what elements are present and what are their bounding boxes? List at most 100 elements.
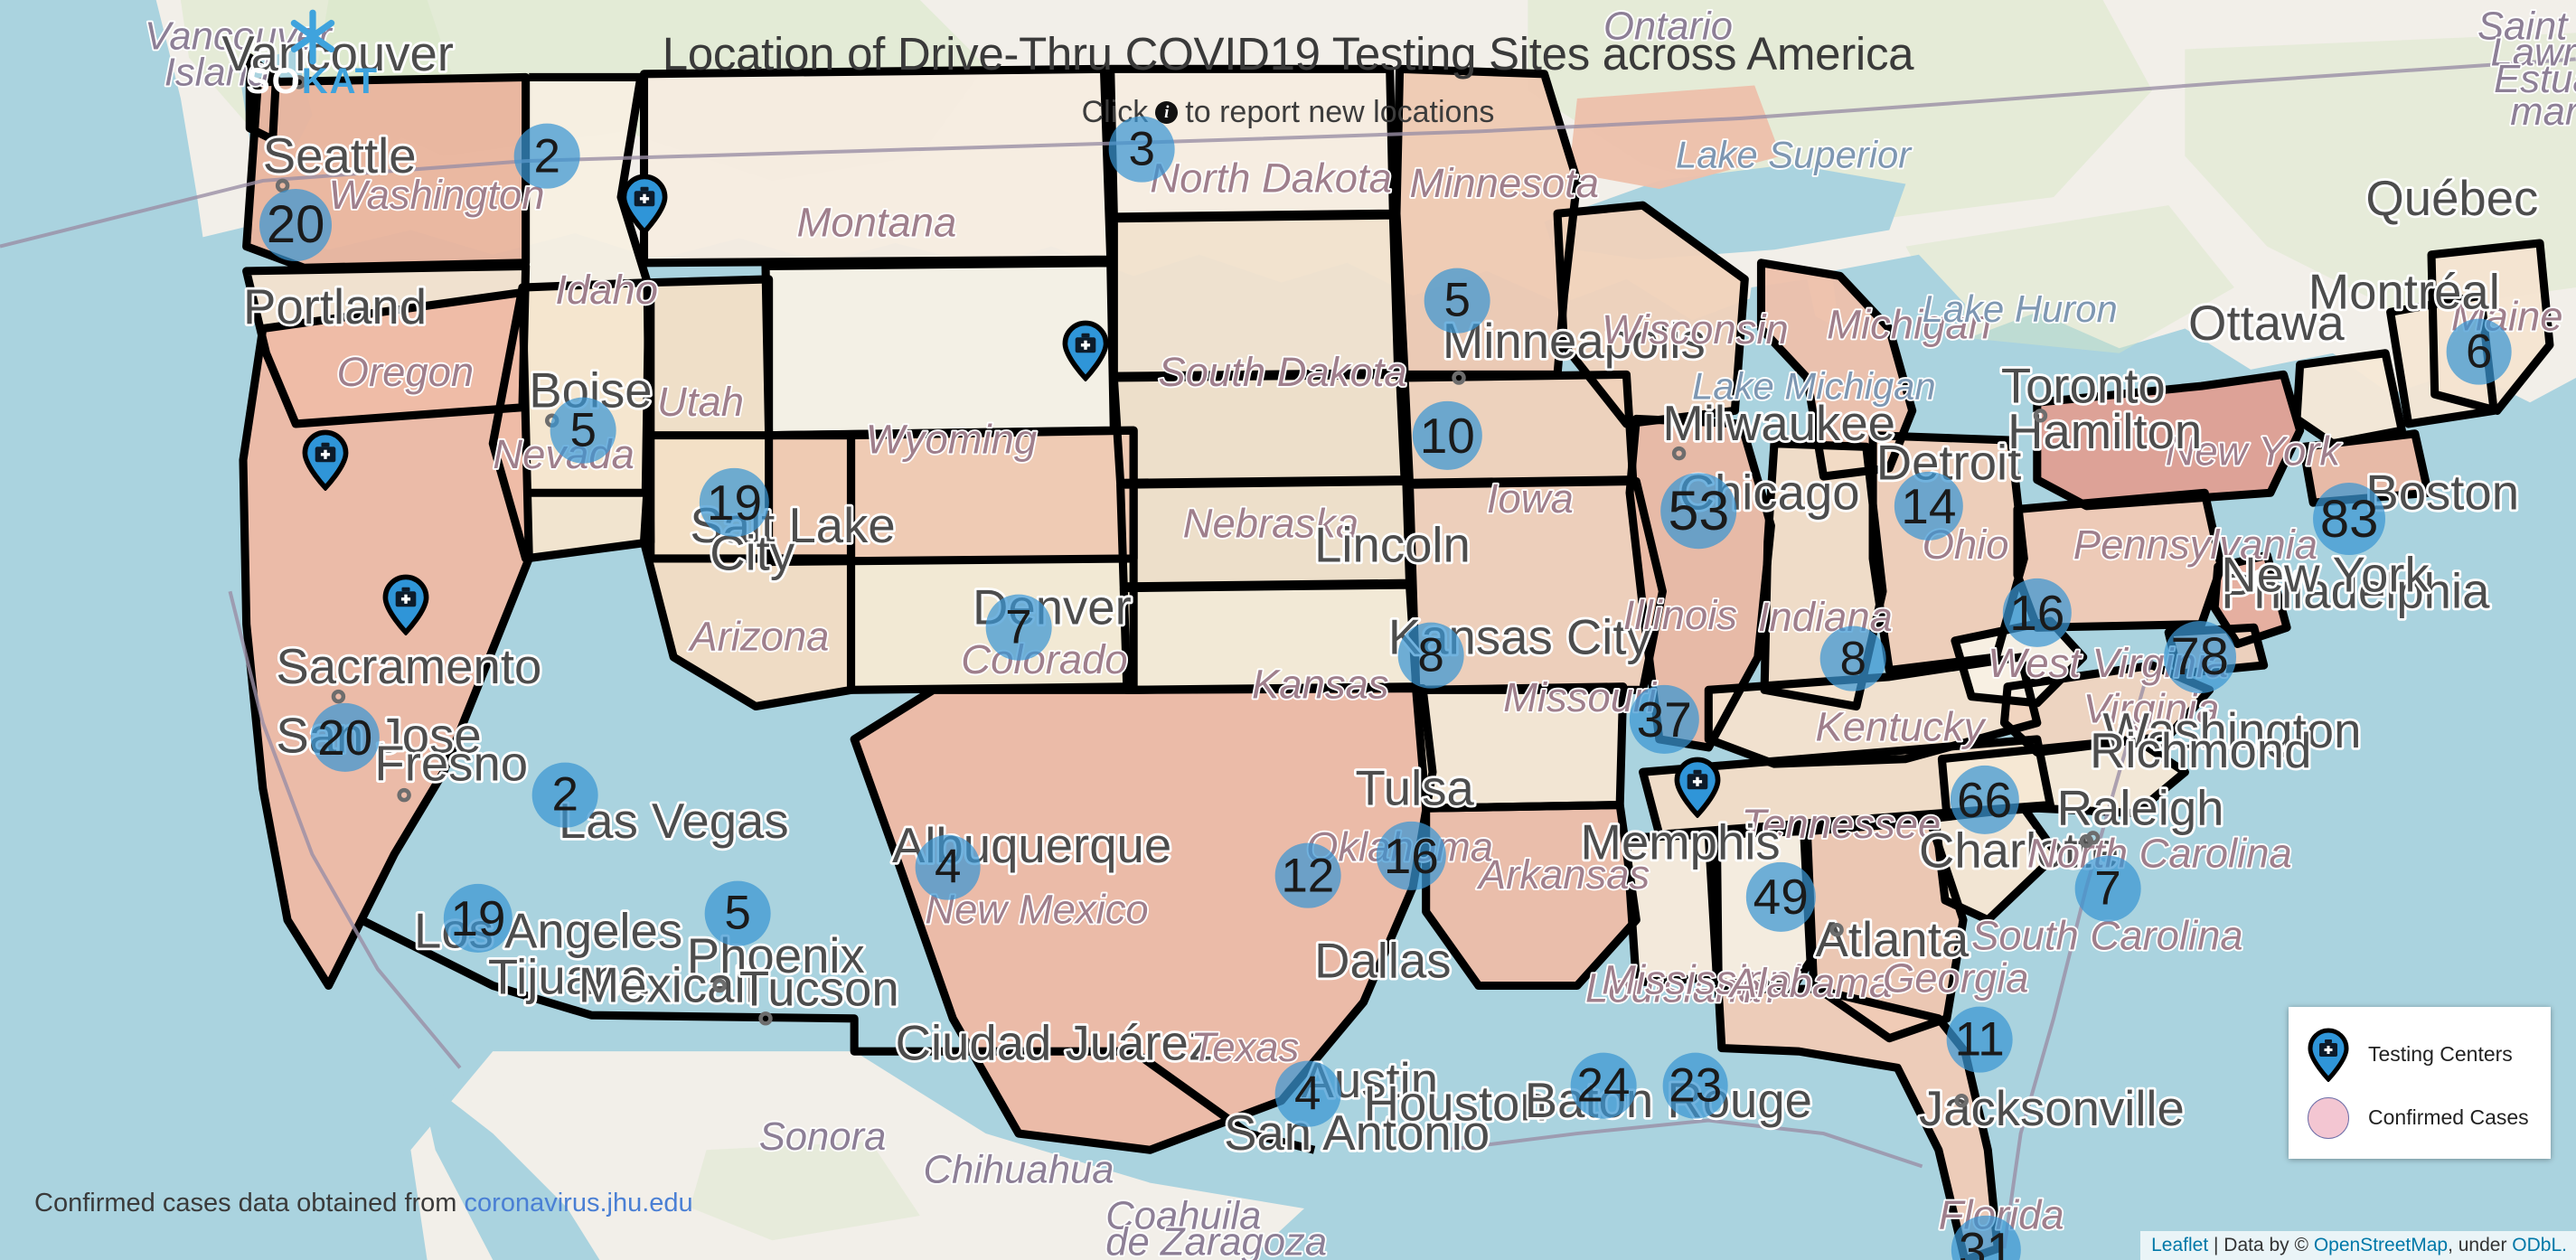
svg-text:South Dakota: South Dakota (1158, 349, 1406, 395)
testing-center-pin-marker[interactable] (621, 174, 668, 236)
cluster-marker[interactable]: 53 (1660, 473, 1737, 550)
svg-text:Boston: Boston (2365, 465, 2519, 520)
legend-item-testing-centers: Testing Centers (2305, 1027, 2534, 1082)
legend-label-confirmed-cases: Confirmed Cases (2368, 1105, 2529, 1129)
svg-text:Chihuahua: Chihuahua (923, 1149, 1114, 1192)
legend-label-testing-centers: Testing Centers (2368, 1042, 2513, 1066)
svg-text:Ontario: Ontario (1603, 5, 1733, 49)
cluster-marker[interactable]: 31 (1951, 1215, 2021, 1260)
svg-text:Tulsa: Tulsa (1356, 761, 1475, 816)
cluster-marker[interactable]: 78 (2163, 621, 2236, 693)
svg-text:de Zaragoza: de Zaragoza (1105, 1221, 1327, 1260)
cluster-marker[interactable]: 8 (1397, 622, 1464, 689)
svg-text:North Carolina: North Carolina (2027, 831, 2292, 877)
cluster-marker[interactable]: 14 (1894, 471, 1964, 541)
svg-text:Ciudad Juárez: Ciudad Juárez (896, 1015, 1214, 1070)
attribution-data-by: Data by © (2223, 1235, 2314, 1255)
svg-text:Washington: Washington (329, 172, 545, 218)
svg-text:Lake Superior: Lake Superior (1676, 133, 1913, 175)
cluster-marker[interactable]: 66 (1950, 765, 2019, 835)
attribution-separator: | (2208, 1235, 2224, 1255)
cluster-marker[interactable]: 5 (550, 397, 616, 464)
svg-text:Québec: Québec (2365, 171, 2538, 226)
svg-text:North Dakota: North Dakota (1150, 155, 1392, 202)
svg-text:New York: New York (2221, 547, 2430, 602)
svg-text:Oregon: Oregon (337, 349, 475, 395)
cluster-marker[interactable]: 83 (2313, 483, 2386, 556)
svg-text:Texas: Texas (1191, 1024, 1300, 1070)
svg-text:Sacramento: Sacramento (276, 639, 541, 694)
svg-text:Wyoming: Wyoming (866, 417, 1037, 463)
cluster-marker[interactable]: 10 (1413, 400, 1482, 470)
jhu-coronavirus-link[interactable]: coronavirus.jhu.edu (465, 1189, 693, 1218)
cluster-marker[interactable]: 6 (2446, 318, 2513, 385)
odbl-license-link[interactable]: ODbL. (2512, 1235, 2567, 1255)
cluster-marker[interactable]: 19 (443, 883, 513, 954)
cluster-marker[interactable]: 16 (1377, 821, 1446, 891)
leaflet-attribution: Leaflet | Data by © OpenStreetMap, under… (2140, 1231, 2576, 1260)
cluster-marker[interactable]: 37 (1630, 684, 1699, 755)
svg-text:Sonora: Sonora (759, 1115, 887, 1159)
cluster-marker[interactable]: 23 (1662, 1053, 1729, 1119)
cluster-marker[interactable]: 24 (1570, 1053, 1637, 1119)
svg-text:Lincoln: Lincoln (1314, 518, 1471, 573)
cluster-marker[interactable]: 20 (259, 189, 333, 261)
leaflet-link[interactable]: Leaflet (2151, 1235, 2208, 1255)
svg-text:Kansas: Kansas (1252, 661, 1389, 707)
map-legend: Testing Centers Confirmed Cases (2289, 1007, 2551, 1159)
cluster-marker[interactable]: 2 (513, 123, 580, 189)
svg-text:Illinois: Illinois (1623, 592, 1737, 638)
cluster-marker[interactable]: 49 (1746, 862, 1816, 932)
svg-text:Portland: Portland (243, 279, 427, 334)
svg-text:Idaho: Idaho (555, 267, 658, 313)
svg-text:Kentucky: Kentucky (1815, 704, 1986, 750)
testing-center-pin-icon (2305, 1027, 2352, 1082)
confirmed-cases-circle-icon (2305, 1096, 2352, 1139)
openstreetmap-link[interactable]: OpenStreetMap (2314, 1235, 2448, 1255)
cluster-marker[interactable]: 8 (1819, 625, 1886, 692)
svg-text:Fresno: Fresno (374, 736, 528, 791)
svg-text:Raleigh: Raleigh (2057, 780, 2224, 835)
svg-text:Montréal: Montréal (2308, 265, 2500, 320)
svg-text:Richmond: Richmond (2090, 723, 2311, 778)
cluster-marker[interactable]: 4 (915, 834, 982, 900)
svg-text:Lake Michigan: Lake Michigan (1692, 365, 1936, 408)
svg-text:Tucson: Tucson (739, 961, 899, 1016)
cluster-marker[interactable]: 12 (1274, 842, 1341, 909)
testing-center-pin-marker[interactable] (302, 429, 349, 493)
svg-text:Alabama: Alabama (1727, 960, 1892, 1006)
source-note: Confirmed cases data obtained from coron… (34, 1189, 693, 1218)
cluster-marker[interactable]: 11 (1946, 1007, 2013, 1073)
cluster-marker[interactable]: 2 (531, 762, 598, 828)
cluster-marker[interactable]: 19 (700, 467, 769, 538)
cluster-marker[interactable]: 4 (1274, 1061, 1341, 1127)
svg-text:Montana: Montana (797, 200, 957, 246)
svg-text:Arkansas: Arkansas (1476, 851, 1650, 898)
svg-text:Utah: Utah (657, 379, 744, 425)
svg-text:Wisconsin: Wisconsin (1602, 306, 1789, 353)
testing-center-pin-marker[interactable] (1062, 320, 1109, 382)
svg-text:Minnesota: Minnesota (1410, 160, 1600, 206)
source-note-text: Confirmed cases data obtained from (34, 1189, 457, 1218)
svg-text:Jacksonville: Jacksonville (1919, 1081, 2185, 1136)
testing-center-pin-marker[interactable] (382, 574, 429, 636)
cluster-marker[interactable]: 5 (704, 880, 771, 946)
svg-text:Arizona: Arizona (687, 614, 829, 660)
svg-text:Iowa: Iowa (1487, 475, 1574, 522)
covid-testing-map-page: Vancouver Island Vancouver Seattle Washi… (0, 0, 2576, 1260)
cluster-marker[interactable]: 7 (985, 594, 1052, 661)
svg-text:Houston: Houston (1364, 1077, 1547, 1132)
attribution-under: , under (2448, 1235, 2513, 1255)
legend-item-confirmed-cases: Confirmed Cases (2305, 1096, 2534, 1139)
cluster-marker[interactable]: 16 (2002, 578, 2072, 648)
svg-text:Dallas: Dallas (1314, 933, 1452, 988)
cluster-marker[interactable]: 3 (1108, 117, 1175, 183)
cluster-marker[interactable]: 7 (2074, 855, 2141, 922)
testing-center-pin-marker[interactable] (1674, 757, 1721, 819)
cluster-marker[interactable]: 5 (1424, 268, 1490, 334)
svg-text:maritime: maritime (2510, 90, 2576, 134)
svg-text:Lake Huron: Lake Huron (1923, 287, 2118, 330)
svg-text:Georgia: Georgia (1883, 955, 2029, 1001)
svg-text:Vancouver: Vancouver (221, 26, 454, 81)
cluster-marker[interactable]: 20 (310, 702, 380, 773)
